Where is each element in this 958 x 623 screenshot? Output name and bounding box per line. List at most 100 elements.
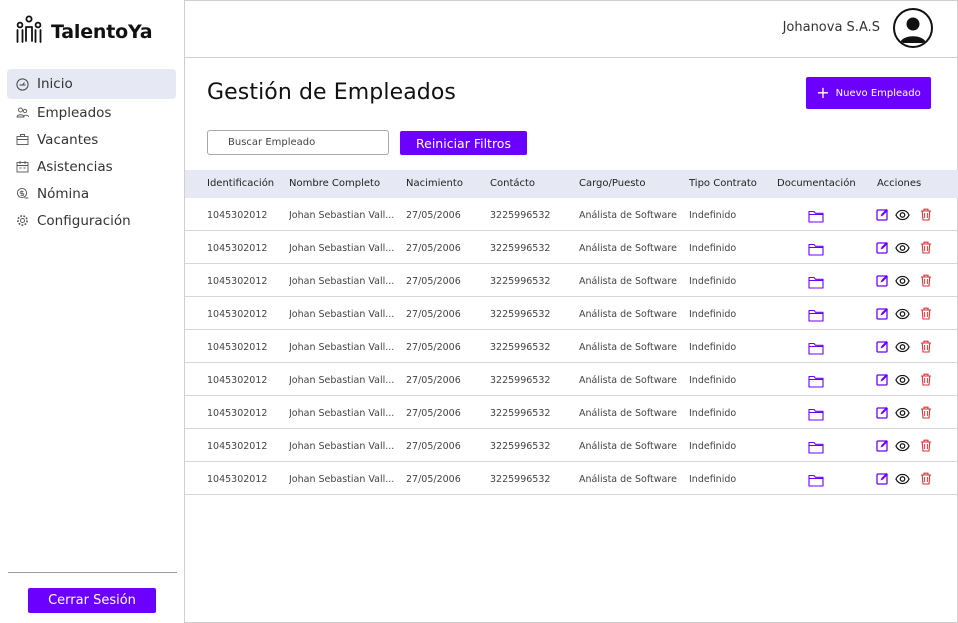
edit-icon[interactable] bbox=[875, 438, 890, 453]
edit-icon[interactable] bbox=[875, 240, 890, 255]
cell-contrato: Indefinido bbox=[689, 342, 737, 353]
sidebar-item-asistencias[interactable]: Asistencias bbox=[7, 153, 176, 180]
column-header-cargo[interactable]: Cargo/Puesto bbox=[579, 178, 645, 189]
dashboard-gauge-icon bbox=[16, 77, 29, 91]
cell-contacto: 3225996532 bbox=[490, 408, 551, 419]
money-icon bbox=[16, 187, 29, 200]
edit-icon[interactable] bbox=[875, 405, 890, 420]
sidebar-item-label: Vacantes bbox=[37, 131, 99, 148]
trash-icon[interactable] bbox=[918, 438, 933, 453]
edit-icon[interactable] bbox=[875, 339, 890, 354]
cell-nombre: Johan Sebastian Vall... bbox=[289, 309, 395, 320]
eye-icon[interactable] bbox=[895, 240, 910, 255]
column-header-documentacion[interactable]: Documentación bbox=[777, 178, 856, 189]
cell-identificacion: 1045302012 bbox=[207, 243, 268, 254]
eye-icon[interactable] bbox=[895, 438, 910, 453]
trash-icon[interactable] bbox=[918, 471, 933, 486]
folder-icon[interactable] bbox=[808, 307, 824, 322]
table-row[interactable]: 1045302012 Johan Sebastian Vall... 27/05/2… bbox=[185, 297, 958, 330]
cell-identificacion: 1045302012 bbox=[207, 375, 268, 386]
cell-nacimiento: 27/05/2006 bbox=[406, 408, 461, 419]
folder-icon[interactable] bbox=[808, 241, 824, 256]
folder-icon[interactable] bbox=[808, 340, 824, 355]
cell-identificacion: 1045302012 bbox=[207, 474, 268, 485]
eye-icon[interactable] bbox=[895, 207, 910, 222]
sidebar-item-configuracion[interactable]: Configuración bbox=[7, 207, 176, 234]
sidebar-item-empleados[interactable]: Empleados bbox=[7, 99, 176, 126]
edit-icon[interactable] bbox=[875, 372, 890, 387]
trash-icon[interactable] bbox=[918, 273, 933, 288]
edit-icon[interactable] bbox=[875, 273, 890, 288]
trash-icon[interactable] bbox=[918, 372, 933, 387]
folder-icon[interactable] bbox=[808, 439, 824, 454]
folder-icon[interactable] bbox=[808, 274, 824, 289]
sidebar-nav: Inicio Empleados Vacantes Asistencias Nó… bbox=[7, 69, 176, 234]
cell-identificacion: 1045302012 bbox=[207, 210, 268, 221]
table-row[interactable]: 1045302012 Johan Sebastian Vall... 27/05/2… bbox=[185, 462, 958, 495]
cell-identificacion: 1045302012 bbox=[207, 441, 268, 452]
table-row[interactable]: 1045302012 Johan Sebastian Vall... 27/05/2… bbox=[185, 231, 958, 264]
sidebar-item-nomina[interactable]: Nómina bbox=[7, 180, 176, 207]
cell-nacimiento: 27/05/2006 bbox=[406, 309, 461, 320]
new-employee-button[interactable]: + Nuevo Empleado bbox=[806, 77, 931, 109]
folder-icon[interactable] bbox=[808, 373, 824, 388]
cell-cargo: Análista de Software bbox=[579, 375, 677, 386]
trash-icon[interactable] bbox=[918, 339, 933, 354]
eye-icon[interactable] bbox=[895, 339, 910, 354]
trash-icon[interactable] bbox=[918, 306, 933, 321]
cell-contrato: Indefinido bbox=[689, 441, 737, 452]
folder-icon[interactable] bbox=[808, 208, 824, 223]
edit-icon[interactable] bbox=[875, 306, 890, 321]
user-avatar-icon[interactable] bbox=[893, 8, 933, 48]
eye-icon[interactable] bbox=[895, 273, 910, 288]
eye-icon[interactable] bbox=[895, 405, 910, 420]
sidebar-item-label: Asistencias bbox=[37, 158, 113, 175]
sidebar-item-label: Configuración bbox=[37, 212, 131, 229]
sidebar-item-vacantes[interactable]: Vacantes bbox=[7, 126, 176, 153]
table-row[interactable]: 1045302012 Johan Sebastian Vall... 27/05/2… bbox=[185, 264, 958, 297]
table-body: 1045302012 Johan Sebastian Vall... 27/05/2… bbox=[185, 198, 958, 495]
column-header-nombre[interactable]: Nombre Completo bbox=[289, 178, 399, 189]
eye-icon[interactable] bbox=[895, 306, 910, 321]
folder-icon[interactable] bbox=[808, 406, 824, 421]
sidebar: TalentoYa Inicio Empleados Vacantes Asis… bbox=[0, 0, 185, 623]
cell-cargo: Análista de Software bbox=[579, 408, 677, 419]
table-row[interactable]: 1045302012 Johan Sebastian Vall... 27/05/2… bbox=[185, 396, 958, 429]
eye-icon[interactable] bbox=[895, 372, 910, 387]
column-header-identificacion[interactable]: Identificación bbox=[207, 178, 274, 189]
sidebar-item-inicio[interactable]: Inicio bbox=[7, 69, 176, 99]
reset-filters-button[interactable]: Reiniciar Filtros bbox=[400, 131, 527, 155]
cell-nombre: Johan Sebastian Vall... bbox=[289, 342, 395, 353]
folder-icon[interactable] bbox=[808, 472, 824, 487]
cell-contacto: 3225996532 bbox=[490, 474, 551, 485]
cell-cargo: Análista de Software bbox=[579, 474, 677, 485]
cell-cargo: Análista de Software bbox=[579, 276, 677, 287]
cell-nombre: Johan Sebastian Vall... bbox=[289, 276, 395, 287]
column-header-nacimiento[interactable]: Nacimiento bbox=[406, 178, 463, 189]
column-header-contacto[interactable]: Contácto bbox=[490, 178, 535, 189]
trash-icon[interactable] bbox=[918, 207, 933, 222]
cell-contacto: 3225996532 bbox=[490, 276, 551, 287]
logout-button[interactable]: Cerrar Sesión bbox=[28, 588, 156, 613]
cell-cargo: Análista de Software bbox=[579, 441, 677, 452]
cell-nacimiento: 27/05/2006 bbox=[406, 474, 461, 485]
column-header-contrato[interactable]: Tipo Contrato bbox=[689, 178, 757, 189]
cell-identificacion: 1045302012 bbox=[207, 342, 268, 353]
sidebar-item-label: Nómina bbox=[37, 185, 90, 202]
edit-icon[interactable] bbox=[875, 471, 890, 486]
table-row[interactable]: 1045302012 Johan Sebastian Vall... 27/05/2… bbox=[185, 198, 958, 231]
cell-nacimiento: 27/05/2006 bbox=[406, 375, 461, 386]
table-row[interactable]: 1045302012 Johan Sebastian Vall... 27/05/2… bbox=[185, 363, 958, 396]
search-input[interactable] bbox=[207, 130, 389, 155]
trash-icon[interactable] bbox=[918, 240, 933, 255]
table-row[interactable]: 1045302012 Johan Sebastian Vall... 27/05/2… bbox=[185, 429, 958, 462]
eye-icon[interactable] bbox=[895, 471, 910, 486]
cell-nacimiento: 27/05/2006 bbox=[406, 276, 461, 287]
edit-icon[interactable] bbox=[875, 207, 890, 222]
cell-contrato: Indefinido bbox=[689, 210, 737, 221]
cell-contrato: Indefinido bbox=[689, 243, 737, 254]
brand[interactable]: TalentoYa bbox=[15, 15, 153, 49]
table-row[interactable]: 1045302012 Johan Sebastian Vall... 27/05/2… bbox=[185, 330, 958, 363]
cell-identificacion: 1045302012 bbox=[207, 408, 268, 419]
trash-icon[interactable] bbox=[918, 405, 933, 420]
